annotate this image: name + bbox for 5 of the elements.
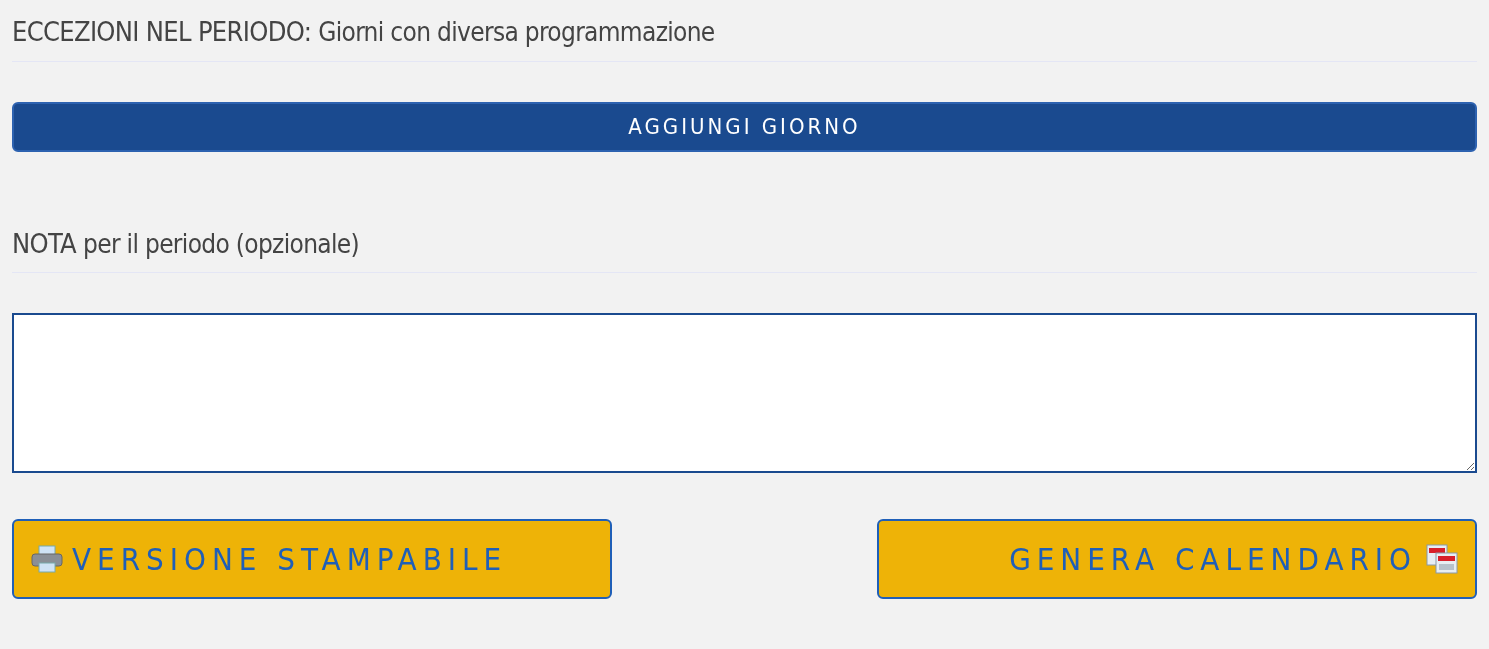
print-button[interactable]: VERSIONE STAMPABILE — [12, 519, 612, 599]
section-heading: NOTA per il periodo (opzionale) — [12, 226, 360, 261]
calendar-button[interactable]: GENERA CALENDARIO — [877, 519, 1477, 599]
section-heading: ECCEZIONI NEL PERIODO: Giorni con diversa programmazione — [12, 15, 716, 49]
add-day-button[interactable]: AGGIUNGI GIORNO — [12, 101, 1477, 152]
